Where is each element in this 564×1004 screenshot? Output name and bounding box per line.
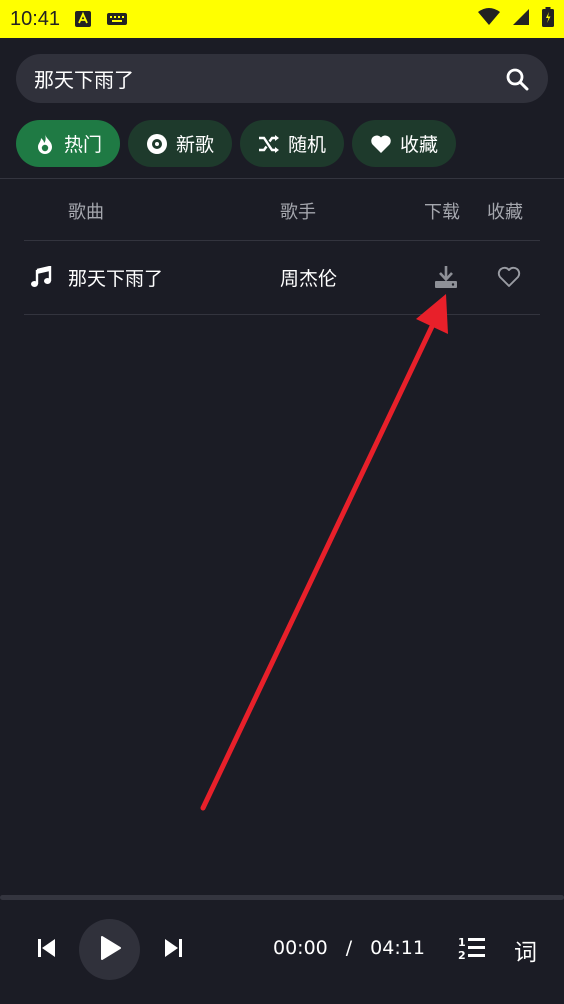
shuffle-icon	[258, 133, 280, 155]
favorite-heart-icon[interactable]	[497, 266, 521, 290]
header-download: 下载	[424, 202, 460, 223]
search-input[interactable]: 那天下雨了	[34, 64, 504, 93]
player-bar: 00:00 / 04:11 12 词	[0, 905, 564, 1004]
previous-track-icon[interactable]	[36, 937, 58, 959]
song-title: 那天下雨了	[68, 268, 164, 290]
wifi-icon	[478, 8, 500, 30]
status-time: 10:41	[10, 7, 61, 30]
song-table-header: 歌曲 歌手 下载 收藏	[0, 190, 564, 230]
song-artist: 周杰伦	[280, 268, 338, 290]
header-artist: 歌手	[280, 202, 316, 223]
search-bar[interactable]: 那天下雨了	[16, 54, 548, 103]
divider	[0, 178, 564, 179]
heart-icon	[370, 133, 392, 155]
row-divider	[24, 314, 540, 315]
time-separator: /	[345, 937, 353, 959]
battery-icon	[542, 7, 554, 31]
next-track-icon[interactable]	[162, 937, 184, 959]
chip-label: 随机	[288, 134, 327, 156]
svg-text:1: 1	[458, 936, 466, 949]
app-notification-icon	[74, 10, 92, 28]
download-icon[interactable]	[433, 264, 459, 290]
chip-favorites[interactable]: 收藏	[352, 120, 457, 167]
current-time: 00:00	[273, 937, 328, 959]
header-song: 歌曲	[68, 202, 104, 223]
header-divider	[24, 240, 540, 241]
playback-time: 00:00 / 04:11	[273, 937, 425, 959]
chip-new-songs[interactable]: 新歌	[128, 120, 233, 167]
keyboard-notification-icon	[106, 12, 128, 26]
music-note-icon	[30, 265, 52, 288]
cell-signal-icon	[512, 8, 530, 30]
table-row[interactable]: 那天下雨了 周杰伦	[0, 242, 564, 314]
playback-progress-bar[interactable]	[0, 895, 564, 900]
svg-text:2: 2	[458, 949, 466, 961]
disc-icon	[146, 133, 168, 155]
chip-random[interactable]: 随机	[240, 120, 345, 167]
playlist-icon[interactable]: 12	[458, 935, 486, 962]
total-time: 04:11	[370, 937, 425, 959]
chip-label: 热门	[64, 134, 103, 156]
category-chips: 热门 新歌 随机 收藏	[16, 120, 457, 167]
chip-label: 收藏	[400, 134, 439, 156]
search-icon[interactable]	[504, 66, 530, 92]
flame-icon	[34, 133, 56, 155]
header-favorite: 收藏	[487, 202, 523, 223]
chip-hot[interactable]: 热门	[16, 120, 121, 167]
status-bar: 10:41	[0, 0, 564, 38]
chip-label: 新歌	[176, 134, 215, 156]
play-icon	[98, 935, 122, 965]
lyrics-button[interactable]: 词	[514, 933, 537, 967]
play-button[interactable]	[79, 919, 140, 980]
